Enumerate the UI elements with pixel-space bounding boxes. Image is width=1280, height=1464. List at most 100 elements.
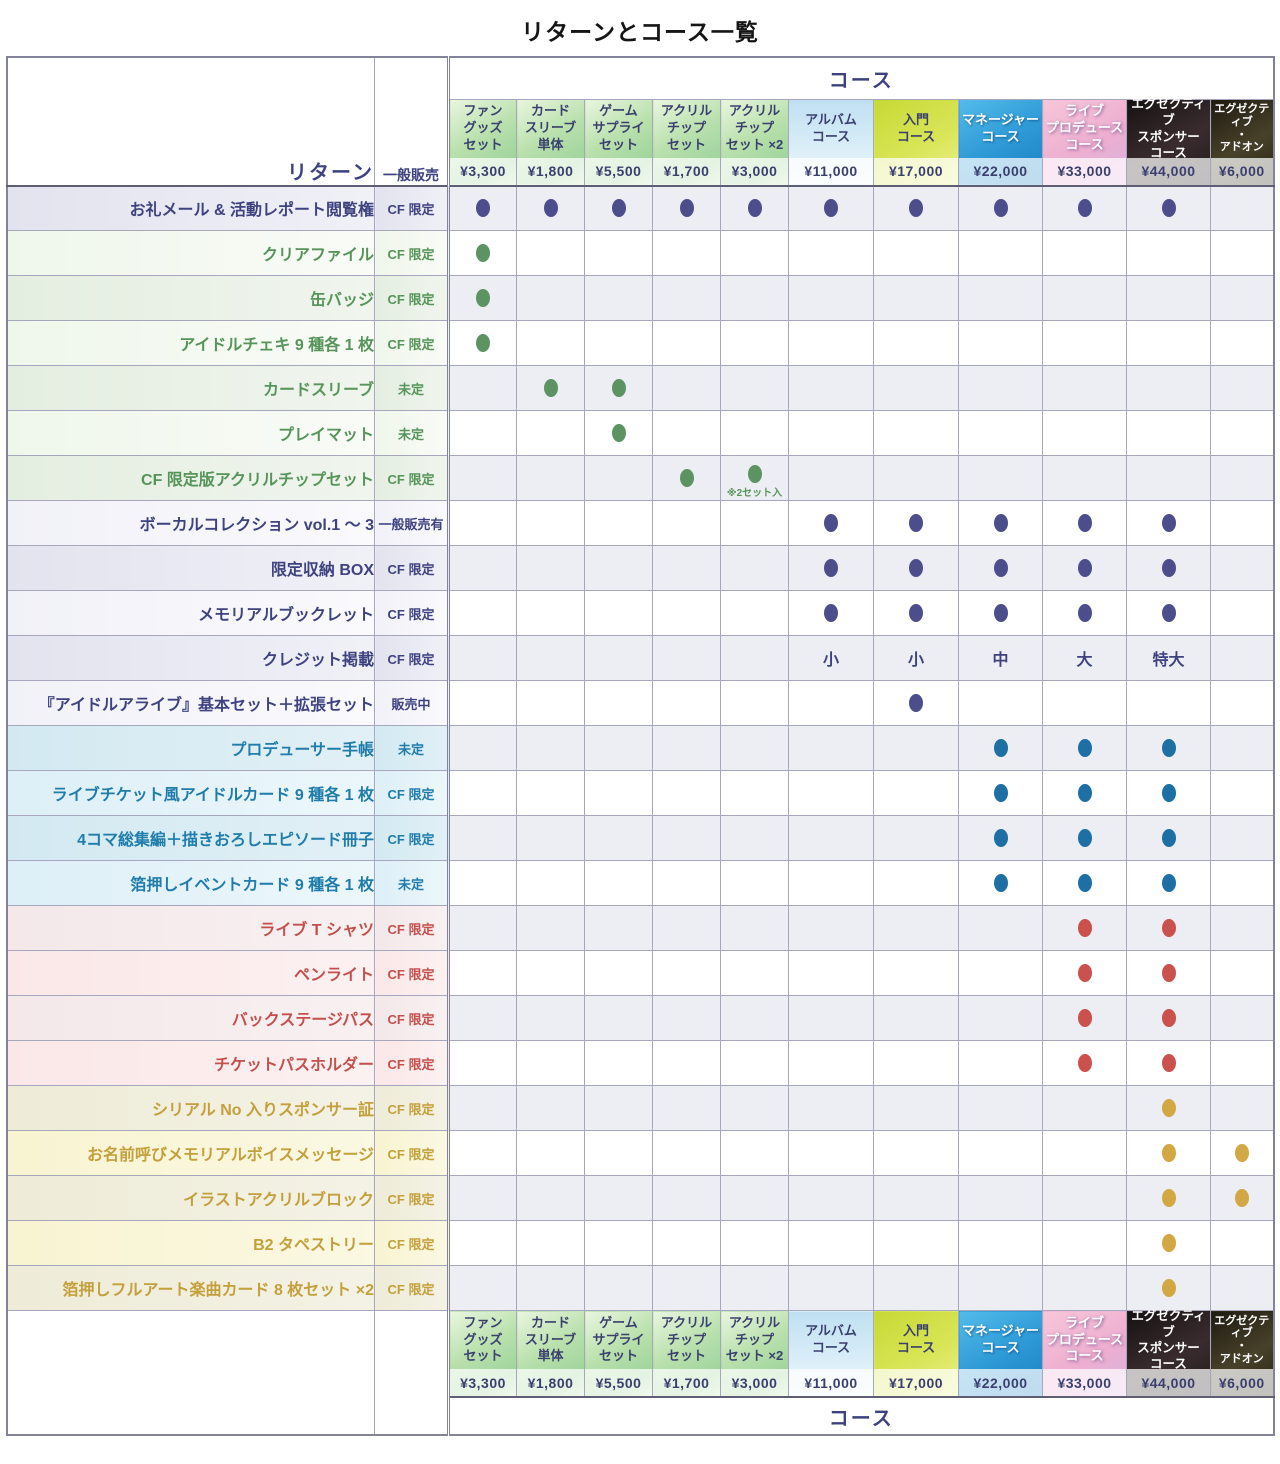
matrix-cell (1043, 231, 1127, 276)
matrix-cell (653, 906, 721, 951)
matrix-cell (1043, 276, 1127, 321)
matrix-cell (1211, 456, 1274, 501)
matrix-cell (449, 816, 517, 861)
course-price-label: ¥22,000 (959, 1369, 1042, 1396)
matrix-cell (1127, 186, 1211, 231)
footer-empty-sale-cell (375, 1311, 449, 1436)
course-column-header-10: エグゼクティブ スポンサー コース¥44,000 (1127, 1311, 1211, 1398)
matrix-cell (517, 411, 585, 456)
matrix-cell (449, 501, 517, 546)
matrix-cell (449, 456, 517, 501)
course-price-label: ¥3,000 (721, 158, 788, 185)
included-dot (1162, 559, 1176, 577)
matrix-cell (585, 861, 653, 906)
matrix-cell (959, 681, 1043, 726)
matrix-cell (585, 771, 653, 816)
matrix-cell (959, 726, 1043, 771)
return-row: ライブ T シャツCF 限定 (7, 906, 1274, 951)
matrix-cell (874, 726, 959, 771)
return-label: プロデューサー手帳 (7, 726, 375, 771)
return-label: CF 限定版アクリルチップセット (7, 456, 375, 501)
matrix-cell (874, 591, 959, 636)
matrix-cell (449, 1176, 517, 1221)
course-name-label: 入門 コース (874, 1311, 958, 1369)
included-dot (748, 465, 762, 483)
sale-status-badge: CF 限定 (375, 1131, 449, 1176)
matrix-cell (517, 366, 585, 411)
matrix-cell: 大 (1043, 636, 1127, 681)
matrix-cell (789, 411, 874, 456)
course-name-label: ゲーム サプライ セット (585, 1311, 652, 1369)
matrix-cell (653, 996, 721, 1041)
matrix-cell (585, 996, 653, 1041)
course-name-label: エグゼクティブ スポンサー コース (1127, 1311, 1210, 1369)
matrix-cell (874, 861, 959, 906)
matrix-cell (517, 1086, 585, 1131)
matrix-cell (721, 636, 789, 681)
matrix-cell (1043, 1131, 1127, 1176)
return-row: 『アイドルアライブ』基本セット＋拡張セット販売中 (7, 681, 1274, 726)
matrix-cell (1127, 1221, 1211, 1266)
included-dot (994, 199, 1008, 217)
matrix-cell (449, 411, 517, 456)
matrix-cell (721, 501, 789, 546)
matrix-cell: 小 (874, 636, 959, 681)
sale-status-badge: 未定 (375, 726, 449, 771)
sale-status-badge: 販売中 (375, 681, 449, 726)
matrix-cell (1043, 591, 1127, 636)
credit-size-text: 小 (908, 652, 924, 669)
return-label: シリアル No 入りスポンサー証 (7, 1086, 375, 1131)
matrix-cell (449, 231, 517, 276)
credit-size-text: 小 (823, 652, 839, 669)
matrix-cell (1043, 726, 1127, 771)
sale-status-badge: CF 限定 (375, 996, 449, 1041)
matrix-cell (653, 771, 721, 816)
matrix-cell (1127, 1176, 1211, 1221)
matrix-cell (789, 1266, 874, 1311)
matrix-cell (789, 321, 874, 366)
matrix-cell (1127, 321, 1211, 366)
course-price-label: ¥6,000 (1211, 158, 1273, 185)
matrix-cell (959, 771, 1043, 816)
return-label: お名前呼びメモリアルボイスメッセージ (7, 1131, 375, 1176)
course-price-label: ¥1,800 (517, 158, 584, 185)
included-dot (1162, 829, 1176, 847)
matrix-cell (1211, 726, 1274, 771)
matrix-cell (1043, 1086, 1127, 1131)
two-set-footnote: ※2セット入 (727, 484, 782, 499)
course-price-label: ¥5,500 (585, 1369, 652, 1396)
matrix-cell (585, 726, 653, 771)
included-dot (1235, 1189, 1249, 1207)
page-title: リターンとコース一覧 (0, 0, 1280, 56)
matrix-cell (721, 951, 789, 996)
matrix-cell (653, 681, 721, 726)
return-row: 箔押しフルアート楽曲カード 8 枚セット ×2CF 限定 (7, 1266, 1274, 1311)
matrix-cell (517, 951, 585, 996)
matrix-cell (449, 591, 517, 636)
matrix-cell (959, 1176, 1043, 1221)
course-column-header-7: 入門 コース¥17,000 (874, 99, 959, 186)
matrix-cell (1127, 816, 1211, 861)
matrix-cell (1211, 951, 1274, 996)
matrix-cell (789, 951, 874, 996)
matrix-cell (653, 186, 721, 231)
sale-status-badge: CF 限定 (375, 591, 449, 636)
matrix-cell (517, 996, 585, 1041)
matrix-cell (653, 456, 721, 501)
course-price-label: ¥3,300 (450, 1369, 516, 1396)
matrix-cell (585, 591, 653, 636)
included-dot (994, 559, 1008, 577)
return-row: ライブチケット風アイドルカード 9 種各 1 枚CF 限定 (7, 771, 1274, 816)
included-dot (909, 199, 923, 217)
matrix-cell (1043, 996, 1127, 1041)
return-row: アイドルチェキ 9 種各 1 枚CF 限定 (7, 321, 1274, 366)
matrix-cell (959, 501, 1043, 546)
matrix-cell (449, 681, 517, 726)
matrix-cell (1043, 1176, 1127, 1221)
included-dot (1078, 514, 1092, 532)
matrix-cell (1127, 231, 1211, 276)
return-label: ペンライト (7, 951, 375, 996)
matrix-cell (721, 591, 789, 636)
matrix-cell (721, 321, 789, 366)
matrix-cell (585, 816, 653, 861)
